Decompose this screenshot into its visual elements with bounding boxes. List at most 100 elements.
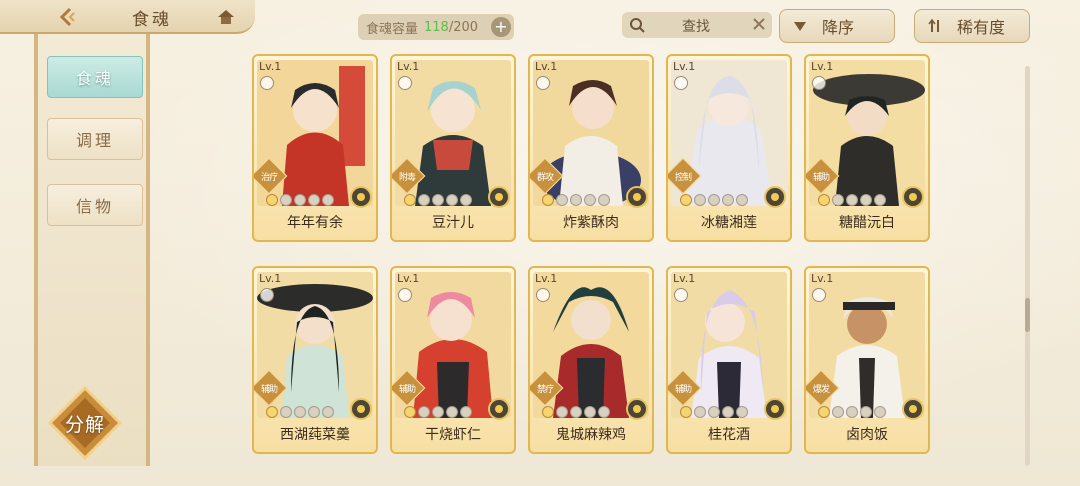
back-arrow-icon	[59, 7, 75, 27]
star-icon	[308, 406, 320, 418]
card-level: Lv.1	[811, 272, 834, 285]
card-role: 辅助	[674, 385, 692, 395]
star-icon	[404, 406, 416, 418]
star-rating	[818, 406, 886, 418]
card[interactable]: Lv.1 禁疗 鬼城麻辣鸡	[528, 266, 654, 454]
sidebar-item-soul[interactable]: 食魂	[47, 56, 143, 98]
expand-capacity-button[interactable]: +	[491, 17, 511, 37]
card-level: Lv.1	[673, 60, 696, 73]
card[interactable]: Lv.1 附毒 豆汁儿	[390, 54, 516, 242]
star-rating	[818, 194, 886, 206]
card-name: 西湖莼菜羹	[280, 427, 350, 443]
page-title: 食魂	[132, 10, 172, 30]
flower-icon	[902, 186, 924, 208]
star-icon	[570, 406, 582, 418]
card-level: Lv.1	[535, 272, 558, 285]
flower-icon	[764, 398, 786, 420]
star-icon	[266, 406, 278, 418]
card-level: Lv.1	[259, 272, 282, 285]
sort-order-button[interactable]: 降序	[779, 9, 895, 43]
flower-icon	[626, 398, 648, 420]
star-icon	[308, 194, 320, 206]
star-icon	[874, 406, 886, 418]
star-rating	[680, 406, 748, 418]
sidebar-item-token[interactable]: 信物	[47, 184, 143, 226]
card[interactable]: Lv.1 治疗 年年有余	[252, 54, 378, 242]
card-name: 冰糖湘莲	[701, 215, 757, 231]
back-button[interactable]	[44, 2, 90, 32]
star-icon	[708, 406, 720, 418]
star-icon	[294, 406, 306, 418]
star-icon	[432, 406, 444, 418]
card-name: 豆汁儿	[432, 215, 474, 231]
star-rating	[542, 406, 610, 418]
capacity-current: 118	[424, 19, 449, 35]
star-icon	[418, 194, 430, 206]
star-icon	[322, 406, 334, 418]
card[interactable]: Lv.1 辅助 糖醋沅白	[804, 54, 930, 242]
decompose-label: 分解	[64, 414, 105, 436]
card[interactable]: Lv.1 群攻 炸紫酥肉	[528, 54, 654, 242]
card-level: Lv.1	[673, 272, 696, 285]
star-rating	[404, 194, 472, 206]
card-name: 卤肉饭	[846, 427, 888, 443]
star-icon	[680, 406, 692, 418]
sort-order-label: 降序	[822, 18, 855, 37]
star-icon	[556, 194, 568, 206]
star-icon	[874, 194, 886, 206]
star-icon	[680, 194, 692, 206]
card-role: 治疗	[260, 173, 278, 183]
sort-rarity-label: 稀有度	[957, 18, 1006, 37]
rarity-icon	[928, 18, 939, 32]
card-level: Lv.1	[397, 60, 420, 73]
capacity-display: 食魂容量 118 /200 +	[358, 14, 514, 40]
card-role: 附毒	[398, 173, 416, 183]
flower-icon	[902, 398, 924, 420]
card-type-icon	[260, 76, 274, 90]
star-icon	[722, 406, 734, 418]
search-label: 查找	[682, 19, 710, 35]
home-icon[interactable]	[216, 8, 236, 26]
card-type-icon	[398, 288, 412, 302]
star-icon	[722, 194, 734, 206]
card[interactable]: Lv.1 辅助 西湖莼菜羹	[252, 266, 378, 454]
search-box[interactable]: 查找	[622, 12, 772, 38]
sidebar-item-conditioning[interactable]: 调理	[47, 118, 143, 160]
capacity-label: 食魂容量	[366, 21, 419, 37]
star-rating	[542, 194, 610, 206]
star-icon	[736, 406, 748, 418]
sort-down-icon	[794, 22, 806, 31]
card-name: 炸紫酥肉	[563, 215, 619, 231]
scrollbar[interactable]	[1025, 66, 1030, 466]
scrollbar-thumb[interactable]	[1025, 298, 1030, 332]
star-icon	[404, 194, 416, 206]
star-icon	[266, 194, 278, 206]
decompose-button[interactable]: 分解	[47, 385, 123, 461]
sidebar-item-label: 调理	[75, 131, 114, 150]
card-type-icon	[812, 288, 826, 302]
card[interactable]: Lv.1 控制 冰糖湘莲	[666, 54, 792, 242]
card[interactable]: Lv.1 辅助 干烧虾仁	[390, 266, 516, 454]
star-icon	[570, 194, 582, 206]
star-icon	[584, 406, 596, 418]
sort-rarity-button[interactable]: 稀有度	[914, 9, 1030, 43]
star-icon	[322, 194, 334, 206]
star-icon	[832, 406, 844, 418]
star-icon	[584, 194, 596, 206]
card-type-icon	[398, 76, 412, 90]
card-type-icon	[812, 76, 826, 90]
close-icon[interactable]	[752, 17, 766, 31]
star-icon	[280, 406, 292, 418]
star-icon	[598, 406, 610, 418]
star-icon	[818, 406, 830, 418]
sidebar: 食魂 调理 信物 分解	[34, 34, 150, 466]
card[interactable]: Lv.1 爆发 卤肉饭	[804, 266, 930, 454]
star-icon	[846, 406, 858, 418]
flower-icon	[350, 398, 372, 420]
card[interactable]: Lv.1 辅助 桂花酒	[666, 266, 792, 454]
star-icon	[294, 194, 306, 206]
star-icon	[846, 194, 858, 206]
flower-icon	[764, 186, 786, 208]
star-icon	[446, 194, 458, 206]
star-rating	[266, 194, 334, 206]
